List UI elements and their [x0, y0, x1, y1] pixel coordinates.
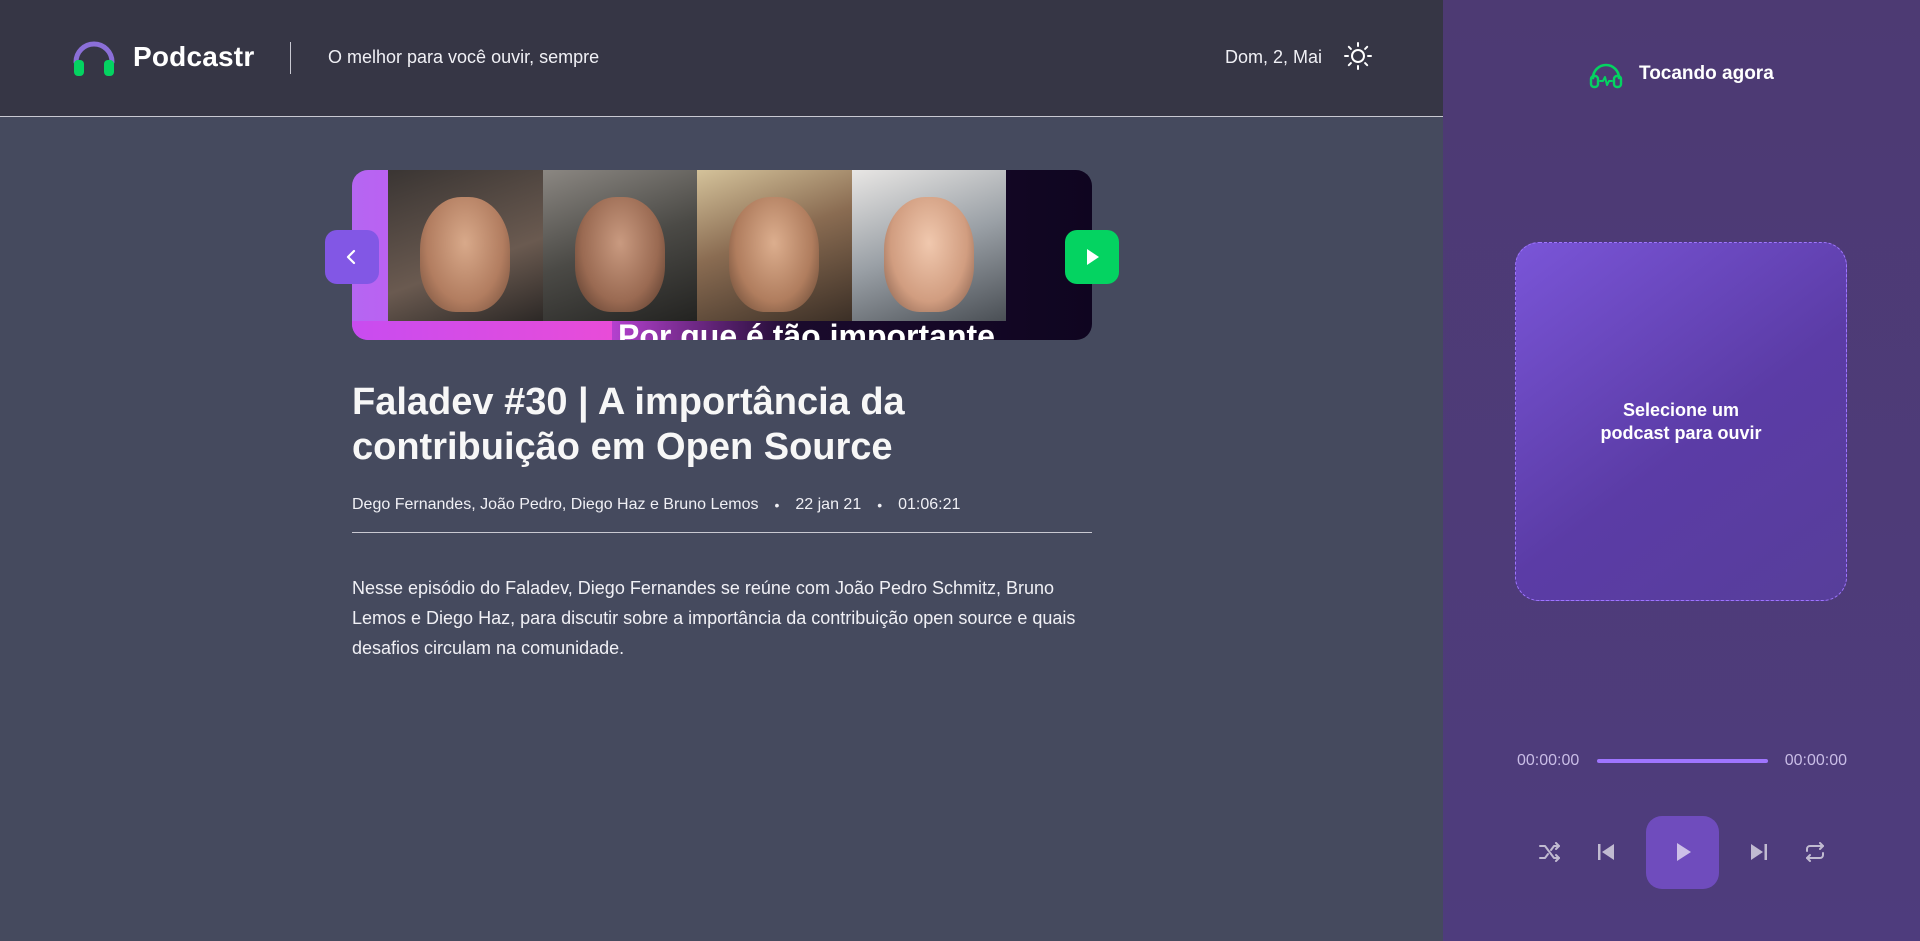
participant-photo: [697, 170, 852, 321]
total-time: 00:00:00: [1784, 752, 1847, 769]
app-name: Podcastr: [133, 41, 255, 72]
back-button[interactable]: [325, 230, 379, 284]
current-time: 00:00:00: [1517, 752, 1580, 769]
play-icon: [1087, 249, 1099, 265]
progress-row: 00:00:00 00:00:00: [1517, 752, 1847, 770]
header-divider: [290, 42, 291, 74]
next-button[interactable]: [1743, 836, 1775, 868]
thumbnail-caption: Por que é tão importante: [618, 318, 995, 340]
headphones-icon: [73, 41, 115, 76]
skip-forward-icon: [1751, 844, 1767, 860]
now-playing-header: Tocando agora: [1589, 57, 1774, 91]
sun-icon: [1344, 42, 1372, 70]
thumbnail-accent-bar: [352, 321, 612, 340]
skip-back-icon: [1598, 844, 1614, 860]
empty-player-message: Selecione um podcast para ouvir: [1600, 399, 1762, 443]
episode-members: Dego Fernandes, João Pedro, Diego Haz e …: [352, 496, 759, 513]
headphones-pulse-icon: [1589, 63, 1623, 89]
app-header: Podcastr O melhor para você ouvir, sempr…: [0, 0, 1443, 117]
participant-photo: [542, 170, 697, 321]
logo[interactable]: Podcastr: [71, 34, 254, 80]
player-controls: [1534, 815, 1831, 889]
player-play-button[interactable]: [1646, 815, 1719, 889]
previous-button[interactable]: [1590, 836, 1622, 868]
repeat-button[interactable]: [1799, 836, 1831, 868]
chevron-left-icon: [346, 249, 356, 265]
shuffle-icon: [1539, 842, 1560, 862]
episode-thumbnail-container: Por que é tão importante: [325, 170, 1119, 340]
episode-thumbnail: Por que é tão importante: [352, 170, 1092, 340]
episode-title: Faladev #30 | A importância da contribui…: [352, 381, 905, 468]
player-panel: Tocando agora Selecione um podcast para …: [1443, 0, 1920, 941]
empty-player-card: Selecione um podcast para ouvir: [1515, 242, 1847, 601]
thumbnail-participants: [388, 170, 1006, 321]
participant-photo: [851, 170, 1006, 321]
episode-page: Por que é tão importante Faladev #30 | A…: [325, 170, 1119, 663]
now-playing-label: Tocando agora: [1639, 63, 1774, 84]
meta-separator: •: [877, 497, 883, 513]
repeat-icon: [1806, 842, 1824, 862]
theme-toggle-button[interactable]: [1343, 41, 1373, 71]
episode-description: Nesse episódio do Faladev, Diego Fernand…: [352, 578, 1076, 658]
progress-slider[interactable]: [1596, 759, 1768, 763]
play-episode-button[interactable]: [1065, 230, 1119, 284]
episode-meta: Dego Fernandes, João Pedro, Diego Haz e …: [352, 496, 1092, 533]
meta-separator: •: [774, 497, 780, 513]
episode-date: 22 jan 21: [795, 496, 862, 513]
current-date: Dom, 2, Mai: [1225, 47, 1323, 67]
shuffle-button[interactable]: [1534, 836, 1566, 868]
play-icon: [1676, 843, 1691, 861]
participant-photo: [388, 170, 543, 321]
episode-duration: 01:06:21: [898, 496, 961, 513]
tagline: O melhor para você ouvir, sempre: [328, 47, 600, 67]
